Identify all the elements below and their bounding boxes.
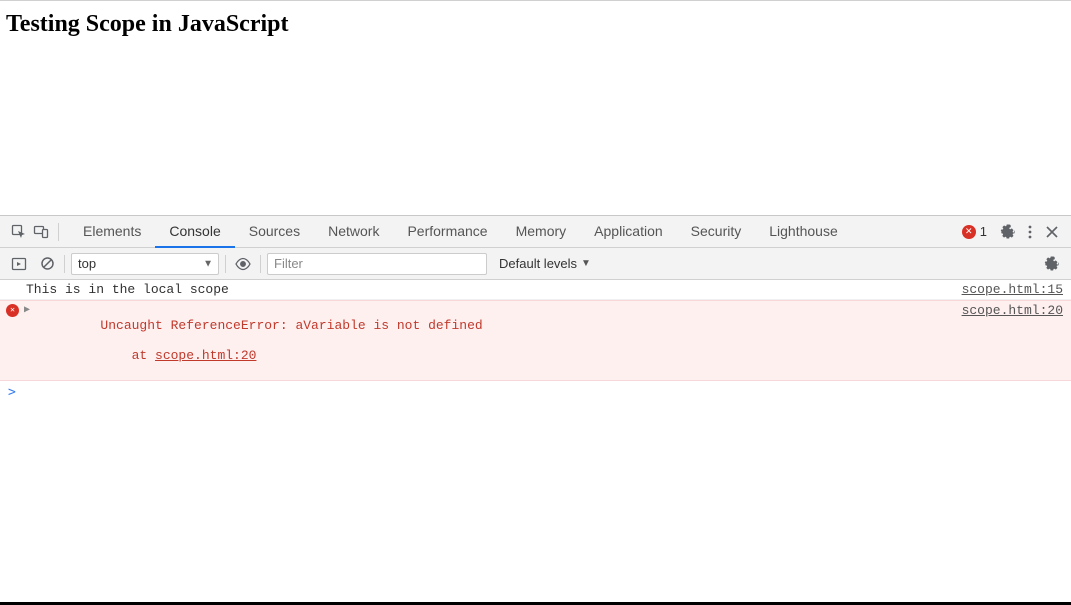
devtools-panel: Elements Console Sources Network Perform… [0,215,1071,605]
clear-console-icon[interactable] [36,253,58,275]
prompt-chevron-icon: > [8,385,16,400]
error-count-badge[interactable]: 1 [962,224,987,239]
console-log-row: This is in the local scope scope.html:15 [0,280,1071,300]
error-text: Uncaught ReferenceError: aVariable is no… [26,303,962,378]
console-toolbar: top ▼ Default levels ▼ [0,248,1071,280]
kebab-menu-icon[interactable] [1019,221,1041,243]
gear-icon[interactable] [997,221,1019,243]
log-text: This is in the local scope [26,282,962,297]
context-select[interactable]: top ▼ [71,253,219,275]
console-messages: This is in the local scope scope.html:15… [0,280,1071,605]
separator [58,223,59,241]
tab-elements[interactable]: Elements [69,216,155,248]
console-error-row: ▶ Uncaught ReferenceError: aVariable is … [0,300,1071,381]
tab-sources[interactable]: Sources [235,216,314,248]
source-link[interactable]: scope.html:15 [962,282,1063,297]
inspect-element-icon[interactable] [8,221,30,243]
device-toolbar-icon[interactable] [30,221,52,243]
separator [260,255,261,273]
error-count-value: 1 [980,224,987,239]
chevron-down-icon: ▼ [203,258,213,269]
tab-lighthouse[interactable]: Lighthouse [755,216,852,248]
close-icon[interactable] [1041,221,1063,243]
stack-source-link[interactable]: scope.html:20 [155,348,256,363]
tab-network[interactable]: Network [314,216,393,248]
tab-performance[interactable]: Performance [393,216,501,248]
eye-icon[interactable] [232,253,254,275]
filter-input[interactable] [267,253,487,275]
separator [64,255,65,273]
page-content: Testing Scope in JavaScript [0,1,1071,215]
devtools-tabbar: Elements Console Sources Network Perform… [0,216,1071,248]
devtools-tabs: Elements Console Sources Network Perform… [69,216,852,248]
tab-security[interactable]: Security [677,216,756,248]
disclosure-triangle-icon[interactable]: ▶ [24,304,30,316]
console-prompt[interactable]: > [0,381,1071,404]
error-icon [6,304,19,317]
log-levels-label: Default levels [499,256,577,271]
console-settings-gear-icon[interactable] [1041,253,1063,275]
source-link[interactable]: scope.html:20 [962,303,1063,318]
log-levels-dropdown[interactable]: Default levels ▼ [493,256,597,271]
separator [225,255,226,273]
sidebar-toggle-icon[interactable] [8,253,30,275]
tab-memory[interactable]: Memory [502,216,581,248]
error-icon [962,225,976,239]
context-select-value: top [78,256,96,271]
tab-console[interactable]: Console [155,216,234,248]
chevron-down-icon: ▼ [581,258,591,269]
tab-application[interactable]: Application [580,216,677,248]
page-title: Testing Scope in JavaScript [6,11,1065,38]
